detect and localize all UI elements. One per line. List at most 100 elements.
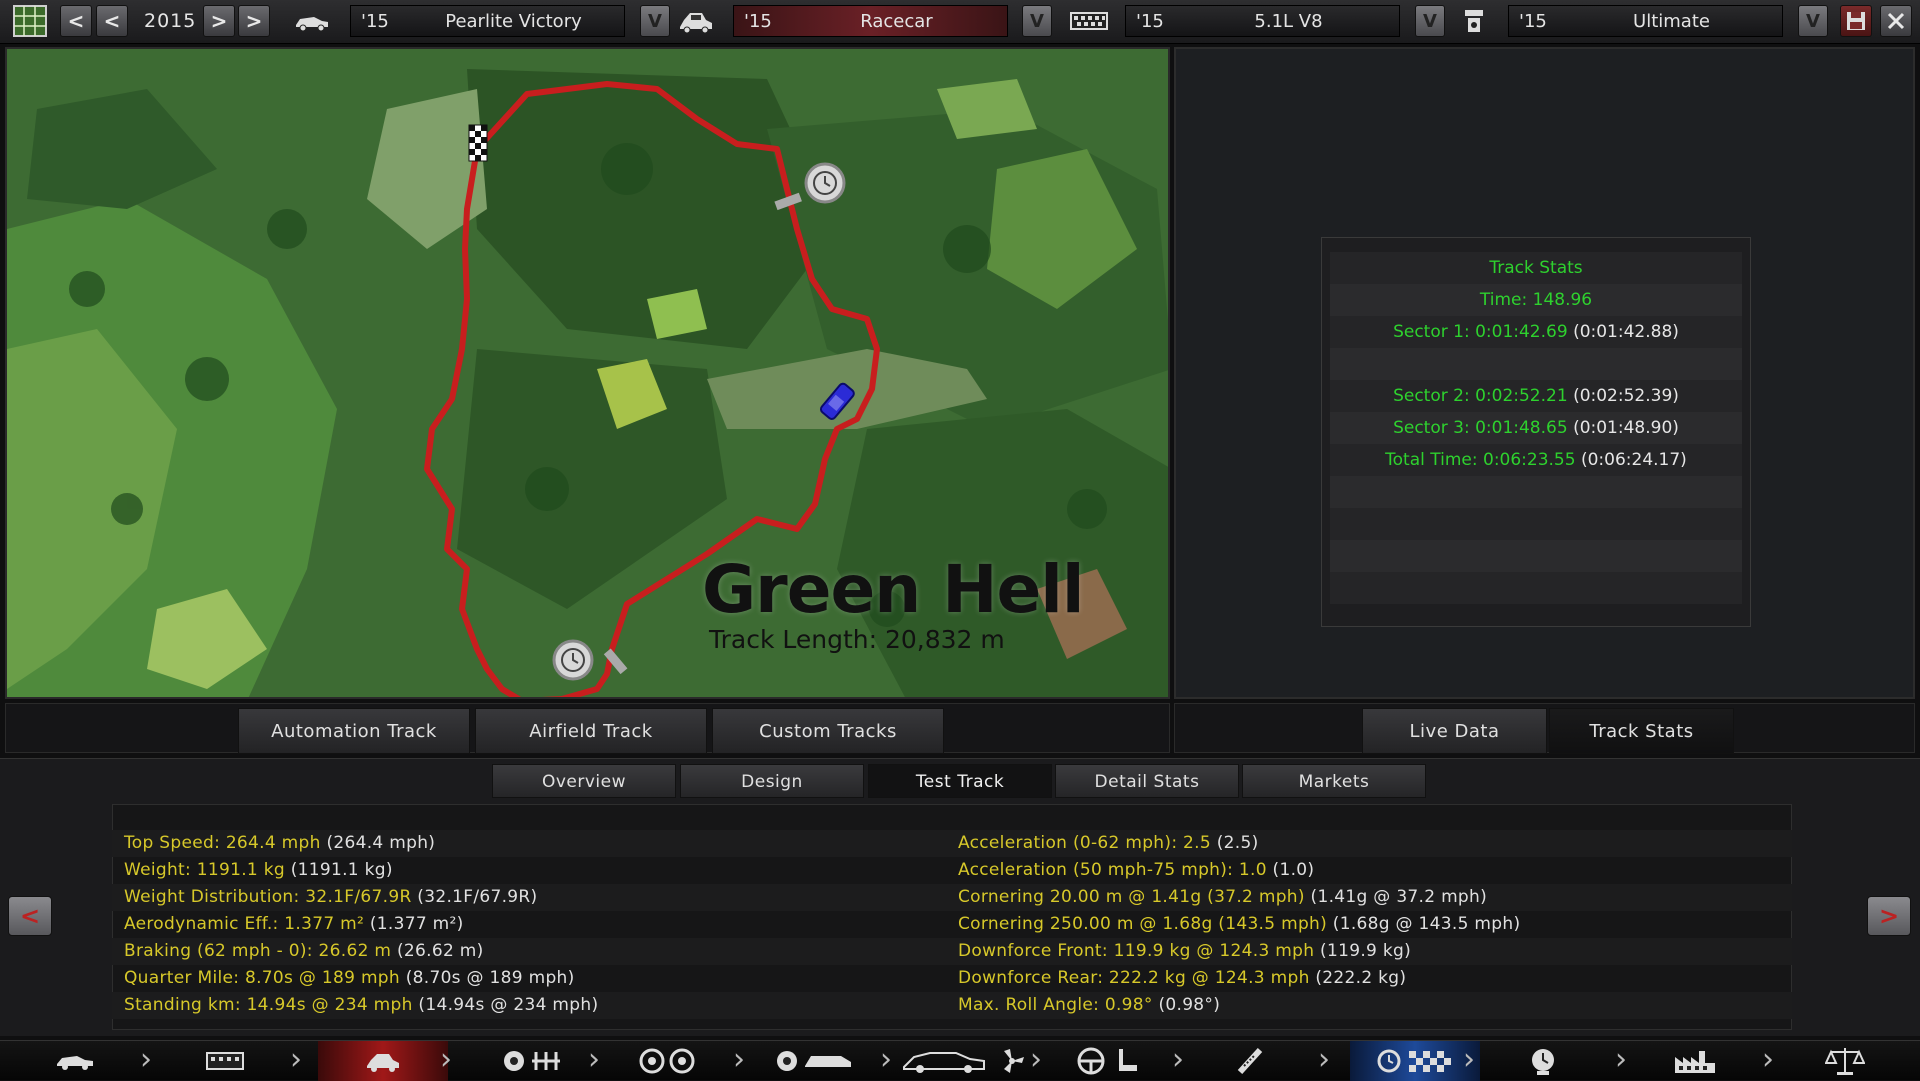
track-stats-title: Track Stats [1330,252,1742,284]
tab-overview[interactable]: Overview [492,764,676,798]
tab-live-data[interactable]: Live Data [1362,708,1547,754]
stat-standing-km: Standing km: 14.94s @ 234 mph (14.94s @ … [124,995,599,1015]
sector-1-time: Sector 1: 0:01:42.69 [1393,322,1568,342]
tab-airfield-track[interactable]: Airfield Track [475,708,707,754]
nav-suspension-icon[interactable] [1210,1041,1290,1081]
track-name: Green Hell [702,551,1084,628]
chevron-right-icon: › [1030,1042,1042,1077]
sector-3-reference: (0:01:48.90) [1573,418,1679,438]
variant-year-label: '15 [1519,11,1547,32]
nav-wheels-icon[interactable] [625,1041,710,1081]
year-back-fast-button[interactable]: < [60,5,92,37]
nav-test-track-icon[interactable] [1350,1041,1480,1081]
year-back-button[interactable]: < [96,5,128,37]
stat-weight: Weight: 1191.1 kg (1191.1 kg) [124,860,393,880]
track-stats-box: Track Stats Time: 148.96 Sector 1: 0:01:… [1321,237,1751,627]
tab-track-stats[interactable]: Track Stats [1549,708,1734,754]
tab-test-track[interactable]: Test Track [868,764,1052,798]
chevron-right-icon: › [588,1042,600,1077]
sector-3-time: Sector 3: 0:01:48.65 [1393,418,1568,438]
stat-max-roll-angle: Max. Roll Angle: 0.98° (0.98°) [958,995,1221,1015]
variant-dropdown-button[interactable]: V [1798,5,1828,37]
total-time-reference: (0:06:24.17) [1580,450,1687,470]
engine-year-label: '15 [1136,11,1164,32]
chevron-right-icon: › [1463,1042,1475,1077]
nav-factory-icon[interactable] [1650,1041,1740,1081]
next-page-button[interactable]: > [1867,896,1911,936]
sector-2-time: Sector 2: 0:02:52.21 [1393,386,1568,406]
close-button[interactable] [1880,5,1912,37]
model-dropdown-button[interactable]: V [640,5,670,37]
nav-aero-icon[interactable] [895,1041,1035,1081]
chevron-left-icon: < [19,902,41,930]
variant-select[interactable]: '15 Ultimate [1508,5,1783,37]
bottom-navigation: › › › › › › › › › › › › [0,1040,1920,1081]
stat-top-speed: Top Speed: 264.4 mph (264.4 mph) [124,833,436,853]
nav-trim-icon[interactable] [318,1041,448,1081]
nav-body-icon[interactable] [765,1041,865,1081]
save-icon [1847,12,1865,30]
tab-design[interactable]: Design [680,764,864,798]
stat-weight-distribution: Weight Distribution: 32.1F/67.9R (32.1F/… [124,887,538,907]
tab-detail-stats[interactable]: Detail Stats [1055,764,1239,798]
model-name: Pearlite Victory [445,11,582,32]
stat-accel-0-62: Acceleration (0-62 mph): 2.5 (2.5) [958,833,1259,853]
tab-custom-tracks[interactable]: Custom Tracks [712,708,944,754]
total-time-row: Total Time: 0:06:23.55 (0:06:24.17) [1330,444,1742,476]
year-forward-button[interactable]: > [203,5,235,37]
track-map[interactable]: Green Hell Track Length: 20,832 m [5,47,1170,699]
chevron-right-icon: > [210,9,228,33]
close-icon [1887,12,1905,30]
tab-markets[interactable]: Markets [1242,764,1426,798]
engine-icon [1068,5,1110,37]
save-button[interactable] [1840,5,1872,37]
empty-row [1330,540,1742,572]
engine-dropdown-button[interactable]: V [1415,5,1445,37]
chevron-down-icon: V [1806,10,1820,32]
model-year: 2015 [144,10,197,32]
top-toolbar: < < 2015 > > '15 Pearlite Victory V '15 … [0,0,1920,44]
nav-model-car-icon[interactable] [40,1041,110,1081]
stat-braking: Braking (62 mph - 0): 26.62 m (26.62 m) [124,941,484,961]
year-forward-fast-button[interactable]: > [238,5,270,37]
nav-chassis-icon[interactable] [480,1041,590,1081]
chevron-right-icon: > [1878,902,1900,930]
stat-downforce-rear: Downforce Rear: 222.2 kg @ 124.3 mph (22… [958,968,1407,988]
empty-row [1330,348,1742,380]
sector-2-reference: (0:02:52.39) [1573,386,1679,406]
nav-interior-icon[interactable] [1060,1041,1160,1081]
sector-3-row: Sector 3: 0:01:48.65 (0:01:48.90) [1330,412,1742,444]
trim-year-label: '15 [744,11,772,32]
model-select[interactable]: '15 Pearlite Victory [350,5,625,37]
chevron-right-icon: › [1615,1042,1627,1077]
empty-row [1330,476,1742,508]
sector-1-reference: (0:01:42.88) [1573,322,1679,342]
chevron-down-icon: V [1030,10,1044,32]
engine-variant-icon [1456,5,1492,37]
stats-left-column: Top Speed: 264.4 mph (264.4 mph) Weight:… [124,830,598,1019]
sector-1-row: Sector 1: 0:01:42.69 (0:01:42.88) [1330,316,1742,348]
stat-aero-efficiency: Aerodynamic Eff.: 1.377 m² (1.377 m²) [124,914,464,934]
chevron-right-icon: › [290,1042,302,1077]
stat-accel-50-75: Acceleration (50 mph-75 mph): 1.0 (1.0) [958,860,1315,880]
trim-select[interactable]: '15 Racecar [733,5,1008,37]
chevron-down-icon: V [1423,10,1437,32]
calendar-grid-icon[interactable] [12,5,48,37]
chevron-down-icon: V [648,10,662,32]
car-model-icon [294,5,330,37]
nav-engine-icon[interactable] [190,1041,260,1081]
stat-quarter-mile: Quarter Mile: 8.70s @ 189 mph (8.70s @ 1… [124,968,575,988]
sector-2-row: Sector 2: 0:02:52.21 (0:02:52.39) [1330,380,1742,412]
engine-select[interactable]: '15 5.1L V8 [1125,5,1400,37]
track-tab-strip: Automation Track Airfield Track Custom T… [5,703,1170,754]
trim-dropdown-button[interactable]: V [1022,5,1052,37]
chevron-right-icon: › [140,1042,152,1077]
chevron-right-icon: › [733,1042,745,1077]
nav-engineering-time-icon[interactable] [1505,1041,1580,1081]
prev-page-button[interactable]: < [8,896,52,936]
nav-markets-scale-icon[interactable] [1805,1041,1885,1081]
start-finish-flag [468,124,488,162]
stat-downforce-front: Downforce Front: 119.9 kg @ 124.3 mph (1… [958,941,1412,961]
variant-name: Ultimate [1633,11,1710,32]
tab-automation-track[interactable]: Automation Track [238,708,470,754]
